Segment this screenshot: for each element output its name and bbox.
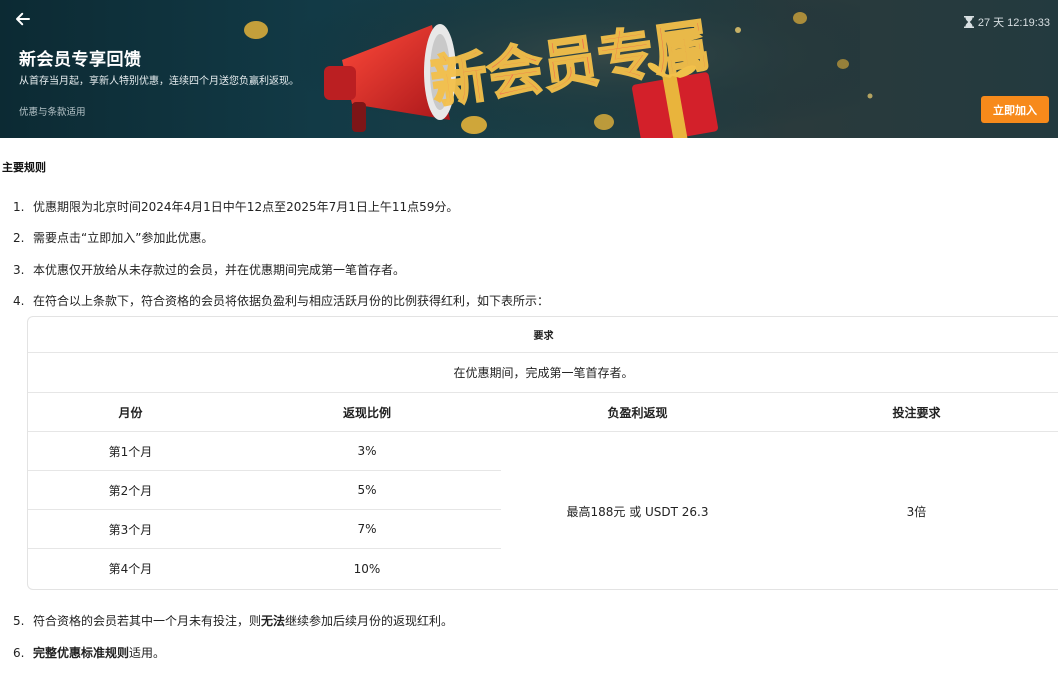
terms-link[interactable]: 优惠与条款适用 [19,104,86,118]
rebate-table: 要求 在优惠期间，完成第一笔首存者。 月份 返现比例 负盈利返现 投注要求 第1… [27,316,1058,590]
table-column-headers: 月份 返现比例 负盈利返现 投注要求 [28,393,1058,432]
table-row: 第1个月 3% [28,432,501,471]
page-title: 新会员专享回馈 [19,50,142,70]
rate-cell: 5% [357,483,377,497]
month-cell: 第1个月 [108,444,153,459]
column-header-rate: 返现比例 [342,405,391,420]
rule-number: 2. [13,231,25,245]
column-header-month: 月份 [118,405,143,420]
rule-text: 需要点击“立即加入”参加此优惠。 [33,231,214,245]
column-header-wager: 投注要求 [892,405,941,420]
table-header: 要求 [28,317,1058,353]
rule-number: 1. [13,200,25,214]
table-description: 在优惠期间，完成第一笔首存者。 [28,353,1058,393]
rule-text: 在符合以上条款下，符合资格的会员将依据负盈利与相应活跃月份的比例获得红利，如下表… [33,294,550,308]
column-header-rebate: 负盈利返现 [607,405,668,420]
rule-text-pre: 符合资格的会员若其中一个月未有投注，则 [33,614,262,628]
rule-text-post: 继续参加后续月份的返现红利。 [285,614,454,628]
rate-cell: 3% [357,444,377,458]
rule-text: 本优惠仅开放给从未存款过的会员，并在优惠期间完成第一笔首存者。 [33,263,406,277]
join-now-button[interactable]: 立即加入 [981,96,1049,123]
rule-number: 5. [13,614,25,628]
section-title: 主要规则 [2,161,46,174]
wager-cell: 3倍 [906,504,927,519]
arrow-left-icon [16,12,30,26]
back-button[interactable] [14,10,36,32]
banner-illustration: 新会员专属 [244,0,873,138]
month-cell: 第4个月 [108,562,153,576]
rule-text: 优惠期限为北京时间2024年4月1日中午12点至2025年7月1日上午11点59… [33,200,459,214]
rule-item-6: 6. 完整优惠标准规则适用。 [13,644,165,661]
rule-item-1: 1. 优惠期限为北京时间2024年4月1日中午12点至2025年7月1日上午11点… [13,198,458,215]
rule-text-bold: 无法 [261,614,286,628]
month-cell: 第2个月 [108,483,153,498]
promo-banner: 新会员专属 27 天 12:19:33 新会员专享回馈 从首存当月起，享新人特别… [0,0,1058,138]
countdown-timer: 27 天 12:19:33 [963,14,1050,30]
banner-subtitle: 从首存当月起，享新人特别优惠，连续四个月送您负赢利返现。 [19,76,299,87]
month-cell: 第3个月 [108,522,153,537]
rule-number: 3. [13,263,25,277]
table-row: 第2个月 5% [28,471,501,510]
table-row: 第3个月 7% [28,510,501,549]
rule-text-post: 适用。 [129,646,166,660]
rule-number: 4. [13,294,25,308]
rule-item-2: 2. 需要点击“立即加入”参加此优惠。 [13,229,213,246]
rule-item-4: 4. 在符合以上条款下，符合资格的会员将依据负盈利与相应活跃月份的比例获得红利，如… [13,292,549,309]
rebate-cell: 最高188元 或 USDT 26.3 [566,504,709,519]
hourglass-icon [963,16,974,28]
rate-cell: 7% [357,522,377,536]
rule-item-5: 5. 符合资格的会员若其中一个月未有投注，则无法继续参加后续月份的返现红利。 [13,612,453,629]
full-terms-link[interactable]: 完整优惠标准规则 [33,646,129,660]
rate-cell: 10% [353,561,381,576]
table-row: 第4个月 10% [28,549,501,588]
rule-item-3: 3. 本优惠仅开放给从未存款过的会员，并在优惠期间完成第一笔首存者。 [13,261,405,278]
rule-number: 6. [13,646,25,660]
timer-text: 27 天 12:19:33 [977,17,1050,29]
